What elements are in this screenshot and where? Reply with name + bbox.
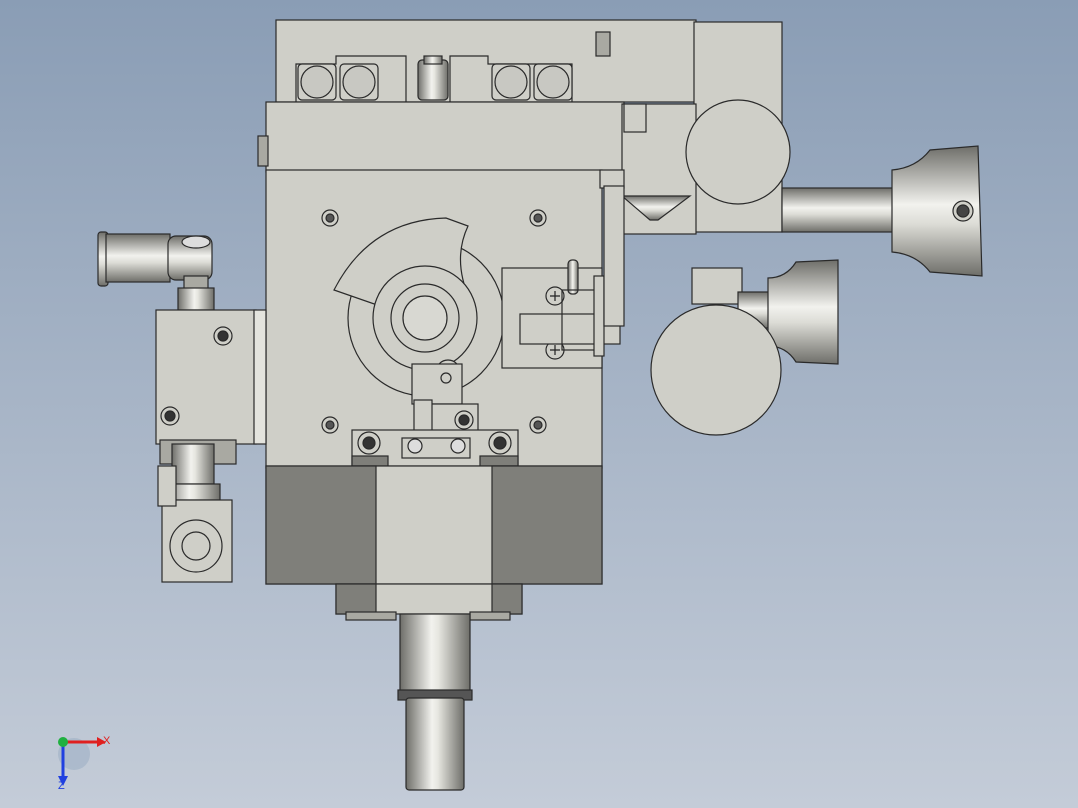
upper-handle-rod: [781, 187, 897, 233]
cad-viewport[interactable]: X Z: [0, 0, 1078, 808]
lower-housing-left-face: [265, 465, 377, 585]
top-housing: [275, 19, 697, 103]
top-set-screw: [595, 31, 611, 57]
grease-nipple: [417, 55, 449, 101]
switch-pin: [567, 259, 579, 295]
shaft-upper: [399, 613, 471, 695]
z-axis-label: Z: [58, 780, 65, 792]
y-axis-dot: [58, 737, 68, 747]
upper-plate: [265, 101, 625, 173]
lower-housing-right-face: [491, 465, 603, 585]
shaft-lower: [405, 697, 465, 791]
cam-hub-bore: [402, 295, 448, 341]
upper-roller-knob: [685, 99, 791, 205]
x-axis-label: X: [103, 735, 111, 747]
valve-nut: [171, 443, 215, 485]
lower-roller-knob: [650, 304, 782, 436]
lever-arm: [411, 363, 463, 405]
upper-plate-left-stub: [257, 135, 269, 167]
